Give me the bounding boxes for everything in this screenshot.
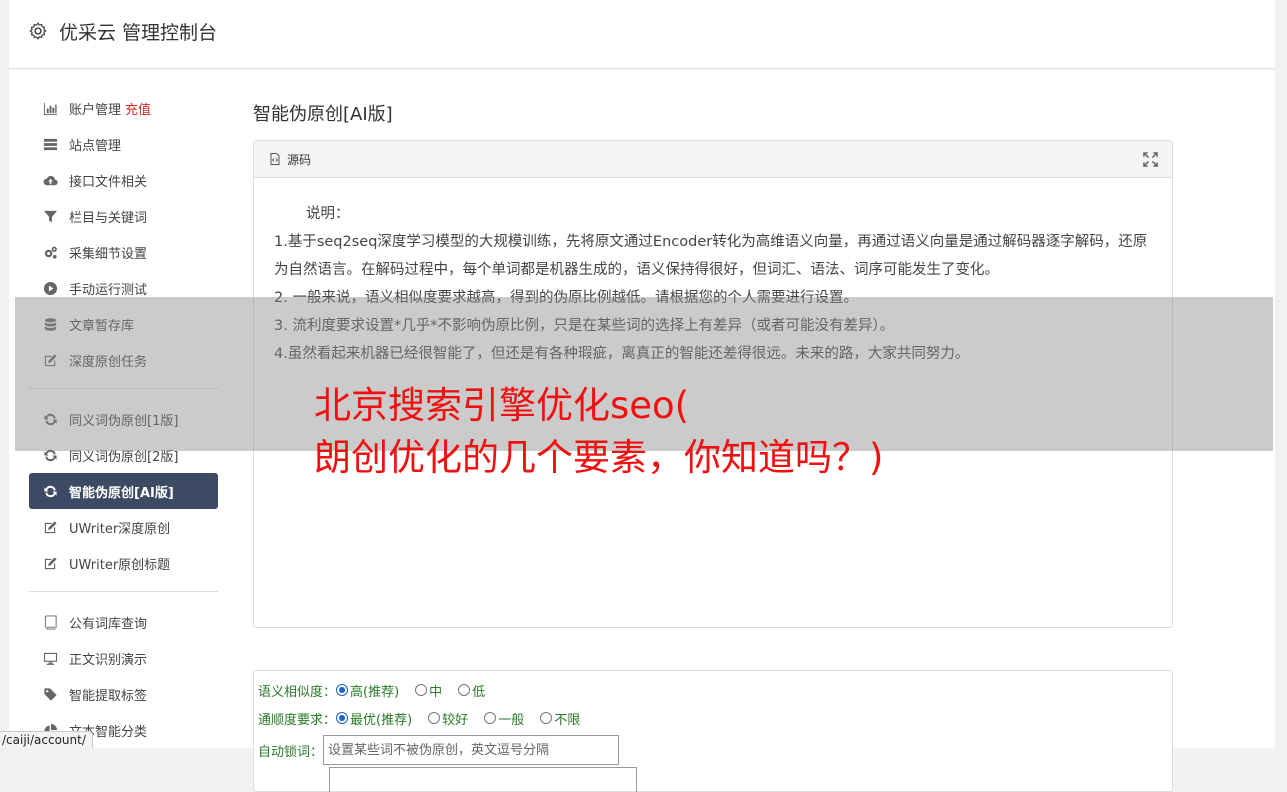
gears-icon	[39, 245, 61, 260]
sidebar-item-public-lexicon[interactable]: 公有词库查询	[29, 604, 218, 640]
overlay-line-2: 朗创优化的几个要素，你知道吗？)	[314, 436, 884, 479]
sidebar-item-label: 手动运行测试	[69, 282, 148, 298]
refresh-icon	[39, 484, 61, 499]
similarity-low-radio[interactable]: 低	[458, 681, 485, 700]
sidebar-divider	[29, 591, 218, 592]
lock-words-row: 自动锁词：	[254, 732, 1172, 768]
gear-icon[interactable]	[28, 21, 48, 41]
sidebar-item-label: 采集细节设置	[69, 246, 148, 262]
filter-icon	[39, 209, 61, 224]
sidebar-item-label: 智能提取标签	[69, 688, 148, 704]
similarity-label: 语义相似度：	[258, 684, 337, 700]
sidebar-item-uwriter-title[interactable]: UWriter原创标题	[29, 545, 218, 581]
sidebar-item-label: 站点管理	[69, 138, 122, 154]
top-header: 优采云 管理控制台	[9, 0, 1275, 69]
sidebar-item-label: 栏目与关键词	[69, 210, 148, 226]
sidebar-item-collection-settings[interactable]: 采集细节设置	[29, 234, 218, 270]
sidebar-item-tag-extraction[interactable]: 智能提取标签	[29, 676, 218, 712]
sidebar-item-uwriter-deep[interactable]: UWriter深度原创	[29, 509, 218, 545]
server-icon	[39, 137, 61, 152]
edit-icon	[39, 556, 61, 571]
sidebar-item-text-recognition[interactable]: 正文识别演示	[29, 640, 218, 676]
similarity-medium-radio[interactable]: 中	[415, 681, 442, 700]
desktop-icon	[39, 651, 61, 666]
page-title: 智能伪原创[AI版]	[253, 104, 393, 125]
secondary-input[interactable]	[329, 767, 637, 792]
recharge-link[interactable]: 充值	[125, 99, 151, 118]
source-code-icon	[270, 153, 280, 165]
sidebar-item-account[interactable]: 账户管理 充值	[29, 90, 218, 126]
explanation-line-1: 1.基于seq2seq深度学习模型的大规模训练，先将原文通过Encoder转化为…	[274, 234, 1148, 278]
sidebar-item-label: 账户管理	[69, 102, 122, 118]
sidebar-item-label: UWriter深度原创	[69, 521, 171, 537]
sidebar-item-label: UWriter原创标题	[69, 557, 171, 573]
fluency-normal-radio[interactable]: 一般	[484, 709, 524, 728]
cloud-upload-icon	[39, 173, 61, 188]
app-title: 优采云 管理控制台	[59, 22, 218, 44]
bar-chart-icon	[39, 101, 61, 116]
lock-words-input[interactable]	[323, 735, 620, 765]
sidebar-item-label: 公有词库查询	[69, 616, 148, 632]
fluency-row: 通顺度要求： 最优(推荐) 较好 一般 不限	[254, 704, 1172, 732]
overlay-line-1: 北京搜索引擎优化seo(	[314, 384, 690, 427]
fluency-unlimited-radio[interactable]: 不限	[540, 709, 580, 728]
sidebar-item-columns-keywords[interactable]: 栏目与关键词	[29, 198, 218, 234]
book-icon	[39, 614, 61, 630]
fluency-label: 通顺度要求：	[258, 712, 337, 728]
sidebar-item-label: 接口文件相关	[69, 174, 148, 190]
sidebar-item-label: 智能伪原创[AI版]	[69, 485, 174, 501]
source-button[interactable]: 源码	[269, 151, 311, 168]
edit-icon	[39, 520, 61, 535]
similarity-row: 语义相似度： 高(推荐) 中 低	[254, 676, 1172, 704]
options-panel: 语义相似度： 高(推荐) 中 低 通顺度要求： 最优(推荐) 较好 一般 不限 …	[253, 670, 1173, 792]
sidebar-item-interface-files[interactable]: 接口文件相关	[29, 162, 218, 198]
play-icon	[39, 281, 61, 296]
editor-toolbar: 源码	[254, 141, 1172, 178]
sidebar-item-label: 正文识别演示	[69, 652, 148, 668]
fluency-best-radio[interactable]: 最优(推荐)	[336, 709, 412, 728]
status-bar-url: /caiji/account/	[0, 731, 93, 748]
similarity-high-radio[interactable]: 高(推荐)	[336, 681, 399, 700]
main-content: 智能伪原创[AI版] 源码 说明： 1.基于seq2seq深度学习模型的大规模训…	[253, 100, 1173, 792]
fullscreen-icon[interactable]	[1143, 152, 1158, 167]
lock-words-label: 自动锁词：	[258, 744, 324, 760]
fluency-good-radio[interactable]: 较好	[428, 709, 468, 728]
tag-icon	[39, 687, 61, 702]
sidebar-item-sites[interactable]: 站点管理	[29, 126, 218, 162]
source-button-label: 源码	[287, 152, 312, 167]
intro-text: 说明：	[306, 206, 350, 222]
sidebar-item-ai-rewrite[interactable]: 智能伪原创[AI版]	[29, 473, 218, 509]
overlay-headline: 北京搜索引擎优化seo( 朗创优化的几个要素，你知道吗？)	[314, 380, 1014, 484]
